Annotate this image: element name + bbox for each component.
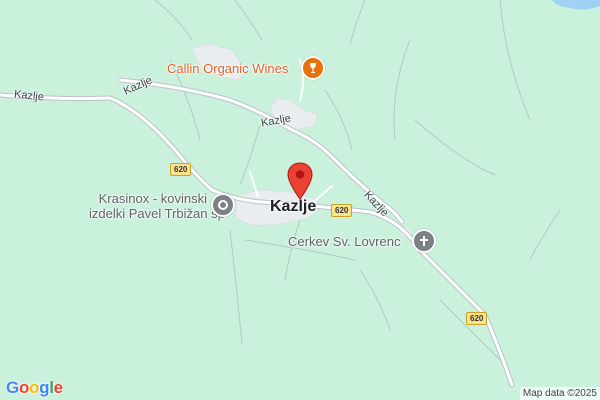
route-shield: 620 [170,163,192,176]
poi-label-cerkev-sv-lovrenc[interactable]: Cerkev Sv. Lovrenc [288,234,400,249]
place-label-kazlje[interactable]: Kazlje [270,198,316,216]
church-cross-icon[interactable] [412,229,436,253]
poi-label-callin-organic-wines[interactable]: Callin Organic Wines [167,61,288,76]
location-pin-icon[interactable] [287,162,313,200]
water-area [552,0,600,10]
map-canvas[interactable]: Kazlje Kazlje Kazlje Kazlje 620 620 620 … [0,0,600,400]
poi-label-line: Krasinox - kovinski [98,191,207,206]
wine-glass-icon[interactable] [301,56,325,80]
logo-letter: e [53,378,63,397]
poi-label-krasinox[interactable]: Krasinox - kovinski izdelki Pavel Trbiža… [89,191,225,221]
route-shield: 620 [466,312,488,325]
route-shield: 620 [331,204,353,217]
logo-letter: o [18,378,30,397]
dot-marker-icon[interactable] [211,193,235,217]
logo-letter: o [29,378,40,397]
map-attribution: Map data ©2025 [519,387,600,400]
logo-letter: G [6,378,19,397]
google-logo: Google [6,378,63,398]
poi-label-line: izdelki Pavel Trbižan sp [89,206,225,221]
logo-letter: g [39,378,50,397]
